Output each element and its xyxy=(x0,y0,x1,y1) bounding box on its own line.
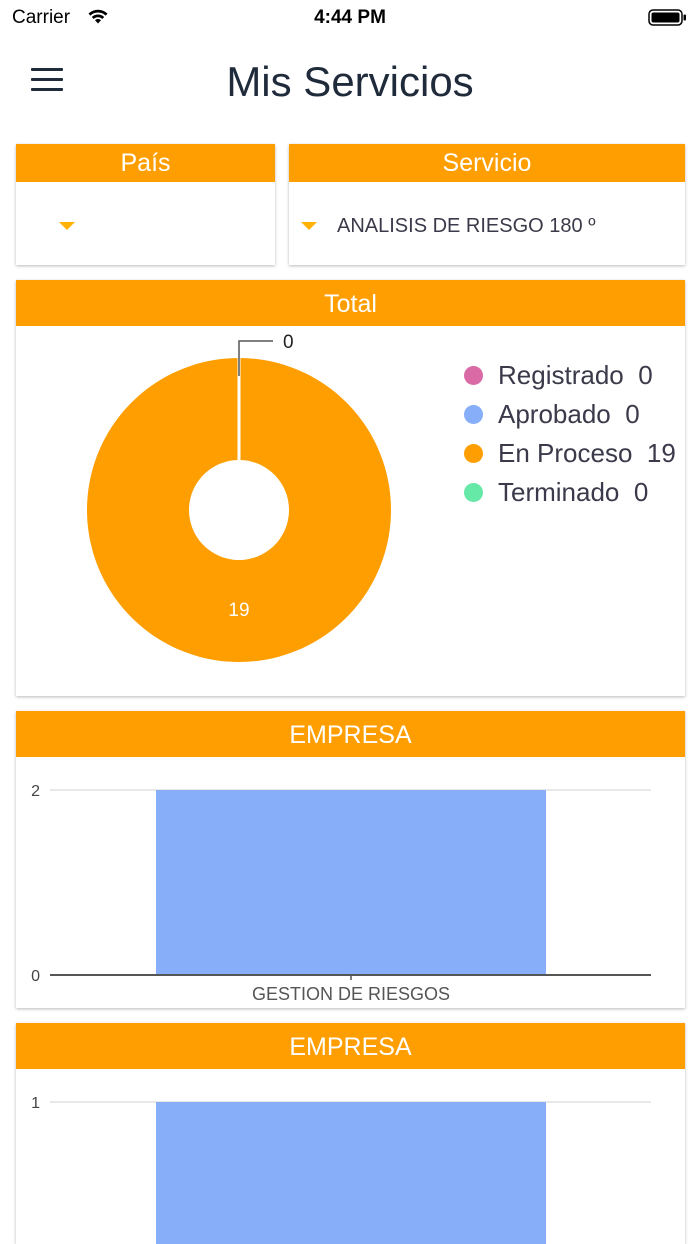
legend-label-en-proceso: En Proceso xyxy=(498,438,633,468)
legend-dot-registrado xyxy=(464,366,483,385)
legend-count-aprobado: 0 xyxy=(625,399,640,429)
empresa-card-2: EMPRESA 1 xyxy=(16,1023,685,1244)
empresa-bar-chart-1: 0 2 GESTION DE RIESGOS xyxy=(31,783,651,1004)
empresa-bar-chart-2: 1 xyxy=(31,1095,651,1244)
legend-label-terminado: Terminado xyxy=(498,477,620,507)
legend-dot-aprobado xyxy=(464,405,483,424)
legend-dot-terminado xyxy=(464,483,483,502)
status-time: 4:44 PM xyxy=(314,7,386,28)
servicio-filter-card: Servicio ANALISIS DE RIESGO 180 º xyxy=(289,144,685,265)
donut-zero-label: 0 xyxy=(283,332,294,353)
legend-count-en-proceso: 19 xyxy=(646,438,676,468)
status-bar: Carrier 4:44 PM xyxy=(0,0,700,36)
total-card: Total 0 19 Registrado 0 Aprobado 0 En Pro… xyxy=(16,280,685,696)
servicio-dropdown[interactable]: ANALISIS DE RIESGO 180 º xyxy=(289,206,685,246)
pais-filter-card: País xyxy=(16,144,275,265)
servicio-filter-label: Servicio xyxy=(289,144,685,182)
app-header: Mis Servicios xyxy=(0,40,700,126)
empresa-2-bar xyxy=(156,1102,546,1244)
legend-label-aprobado: Aprobado xyxy=(498,399,611,429)
empresa-2-ytick-label: 1 xyxy=(31,1095,40,1112)
legend-count-terminado: 0 xyxy=(633,477,649,507)
legend-label-registrado: Registrado xyxy=(498,360,624,390)
page-title: Mis Servicios xyxy=(226,58,474,105)
servicio-dropdown-value: ANALISIS DE RIESGO 180 º xyxy=(337,215,596,237)
empresa-1-xtick-label: GESTION DE RIESGOS xyxy=(252,984,450,1004)
empresa-1-bar xyxy=(156,790,546,975)
empresa-card-1: EMPRESA 0 2 GESTION DE RIESGOS xyxy=(16,711,685,1008)
chevron-down-icon xyxy=(301,222,317,230)
pais-dropdown[interactable] xyxy=(16,206,275,246)
legend-dot-en-proceso xyxy=(464,444,483,463)
donut-value-label: 19 xyxy=(228,600,249,621)
chevron-down-icon xyxy=(59,222,75,230)
legend-count-registrado: 0 xyxy=(638,360,653,390)
pais-filter-label: País xyxy=(16,144,275,182)
empresa-1-ytick-label: 2 xyxy=(31,783,40,800)
battery-icon xyxy=(648,9,686,26)
empresa-1-ytick-label: 0 xyxy=(31,968,40,985)
